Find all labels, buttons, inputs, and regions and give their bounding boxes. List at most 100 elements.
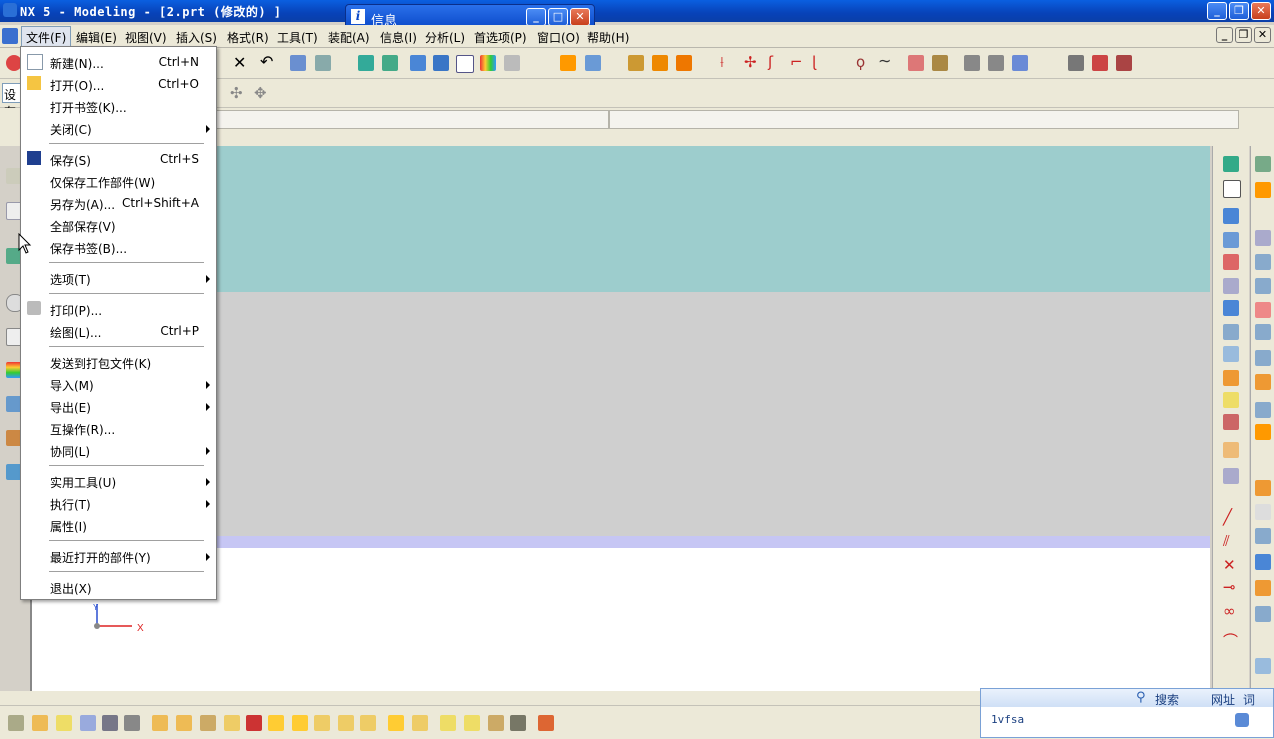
surface-icon[interactable] — [908, 55, 924, 71]
assembly-tool-23-icon[interactable] — [538, 715, 554, 731]
extrude-icon[interactable] — [1223, 208, 1239, 224]
material-icon[interactable] — [560, 55, 576, 71]
point-set-icon[interactable] — [932, 55, 948, 71]
measure-body-icon[interactable] — [676, 55, 692, 71]
fit-view-icon[interactable] — [382, 55, 398, 71]
assembly-tool-11-icon[interactable] — [246, 715, 262, 731]
wireframe-icon[interactable] — [456, 55, 474, 73]
arc-point-icon[interactable]: ⊸ — [1223, 578, 1236, 596]
sew-icon[interactable] — [1012, 55, 1028, 71]
fill-surface-icon[interactable] — [1255, 504, 1271, 520]
file-menu-interoperate[interactable]: 互操作(R)... — [21, 417, 216, 439]
hole-icon[interactable] — [1223, 300, 1239, 316]
file-menu-save-bookmark[interactable]: 保存书签(B)... — [21, 236, 216, 258]
boss-icon[interactable] — [1223, 324, 1239, 340]
bridge-curve-icon[interactable]: ʃ — [768, 53, 773, 71]
menu-help[interactable]: 帮助(H) — [587, 29, 629, 46]
studio-icon[interactable] — [480, 55, 496, 71]
assembly-tool-16-icon[interactable] — [360, 715, 376, 731]
file-menu-save[interactable]: 保存(S) Ctrl+S — [21, 148, 216, 170]
assembly-tool-22-icon[interactable] — [510, 715, 526, 731]
assembly-tool-18-icon[interactable] — [412, 715, 428, 731]
menu-assembly[interactable]: 装配(A) — [328, 29, 370, 46]
slot-icon[interactable] — [1223, 392, 1239, 408]
minimize-button[interactable]: _ — [1207, 2, 1227, 20]
menu-format[interactable]: 格式(R) — [227, 29, 269, 46]
info-close-button[interactable]: ✕ — [570, 8, 590, 26]
file-menu-close[interactable]: 关闭(C) — [21, 117, 216, 139]
groove-icon[interactable] — [1223, 414, 1239, 430]
section-icon[interactable] — [1255, 278, 1271, 294]
assembly-tool-1-icon[interactable] — [8, 715, 24, 731]
swept-icon[interactable] — [1255, 254, 1271, 270]
menu-edit[interactable]: 编辑(E) — [76, 29, 117, 46]
delete-icon[interactable]: ✕ — [233, 53, 246, 72]
file-menu-new[interactable]: 新建(N)... Ctrl+N — [21, 51, 216, 73]
file-menu-import[interactable]: 导入(M) — [21, 373, 216, 395]
parallel-lines-icon[interactable]: ⫽ — [1223, 532, 1230, 550]
assembly-tool-12-icon[interactable] — [268, 715, 284, 731]
curve-tool-icon[interactable]: ⟊ — [720, 53, 724, 71]
close-button[interactable]: ✕ — [1251, 2, 1271, 20]
file-menu-plot[interactable]: 绘图(L)... Ctrl+P — [21, 320, 216, 342]
assembly-tool-7-icon[interactable] — [152, 715, 168, 731]
assembly-tool-17-icon[interactable] — [388, 715, 404, 731]
extension-icon[interactable] — [1255, 350, 1271, 366]
chamfer-icon[interactable] — [1223, 468, 1239, 484]
word-tab[interactable]: 词 — [1243, 691, 1255, 708]
assembly-tool-4-icon[interactable] — [80, 715, 96, 731]
assembly-tool-9-icon[interactable] — [200, 715, 216, 731]
shaded-edges-icon[interactable] — [433, 55, 449, 71]
file-menu-export[interactable]: 导出(E) — [21, 395, 216, 417]
refresh-view-icon[interactable] — [358, 55, 374, 71]
wave-curve-icon[interactable]: ∼ — [878, 51, 891, 70]
trim-icon[interactable] — [964, 55, 980, 71]
enlarge-icon[interactable] — [1255, 580, 1271, 596]
datum-plane-icon[interactable] — [1223, 180, 1241, 198]
menu-window[interactable]: 窗口(O) — [537, 29, 580, 46]
doc-minimize-button[interactable]: _ — [1216, 27, 1233, 43]
pocket-icon[interactable] — [1223, 346, 1239, 362]
menu-tools[interactable]: 工具(T) — [277, 29, 318, 46]
circle-tool-icon[interactable]: ∞ — [1223, 602, 1236, 620]
snap-end-icon[interactable]: ✥ — [254, 84, 267, 102]
patch-icon[interactable] — [1255, 606, 1271, 622]
ruled-icon[interactable] — [1255, 230, 1271, 246]
assembly-tool-21-icon[interactable] — [488, 715, 504, 731]
snap-point-icon[interactable]: ✣ — [230, 84, 243, 102]
file-menu-options[interactable]: 选项(T) — [21, 267, 216, 289]
info-minimize-button[interactable]: _ — [526, 8, 546, 26]
file-menu-open-bookmark[interactable]: 打开书签(K)... — [21, 95, 216, 117]
menu-analysis[interactable]: 分析(L) — [425, 29, 465, 46]
undo-icon[interactable]: ↶ — [260, 52, 273, 71]
assembly-tool-15-icon[interactable] — [338, 715, 354, 731]
assembly-tool-2-icon[interactable] — [32, 715, 48, 731]
surface-grid-icon[interactable] — [1255, 156, 1271, 172]
transform-icon[interactable] — [1068, 55, 1084, 71]
doc-restore-button[interactable]: ❐ — [1235, 27, 1252, 43]
assembly-tool-10-icon[interactable] — [224, 715, 240, 731]
file-menu-print[interactable]: 打印(P)... — [21, 298, 216, 320]
extend-icon[interactable] — [988, 55, 1004, 71]
measure-angle-icon[interactable] — [652, 55, 668, 71]
search-tab[interactable]: 搜索 — [1155, 691, 1179, 708]
thicken-icon[interactable] — [1255, 554, 1271, 570]
sketch-icon[interactable] — [1223, 156, 1239, 172]
sheet-from-curves-icon[interactable] — [1255, 480, 1271, 496]
assembly-tool-13-icon[interactable] — [292, 715, 308, 731]
cylinder-surface-icon[interactable] — [1255, 658, 1271, 674]
restore-button[interactable]: ❐ — [1229, 2, 1249, 20]
assembly-tool-20-icon[interactable] — [464, 715, 480, 731]
mirror-icon[interactable] — [1092, 55, 1108, 71]
assembly-tool-8-icon[interactable] — [176, 715, 192, 731]
menu-preferences[interactable]: 首选项(P) — [474, 29, 527, 46]
line-icon[interactable]: ╱ — [1223, 508, 1232, 526]
select-filter-icon[interactable] — [315, 55, 331, 71]
menu-view[interactable]: 视图(V) — [125, 29, 167, 46]
revolve-icon[interactable] — [1223, 232, 1239, 248]
law-extension-icon[interactable] — [1255, 374, 1271, 390]
assembly-tool-19-icon[interactable] — [440, 715, 456, 731]
menu-insert[interactable]: 插入(S) — [176, 29, 217, 46]
global-shaping-icon[interactable] — [1255, 424, 1271, 440]
through-curves-icon[interactable] — [1255, 182, 1271, 198]
